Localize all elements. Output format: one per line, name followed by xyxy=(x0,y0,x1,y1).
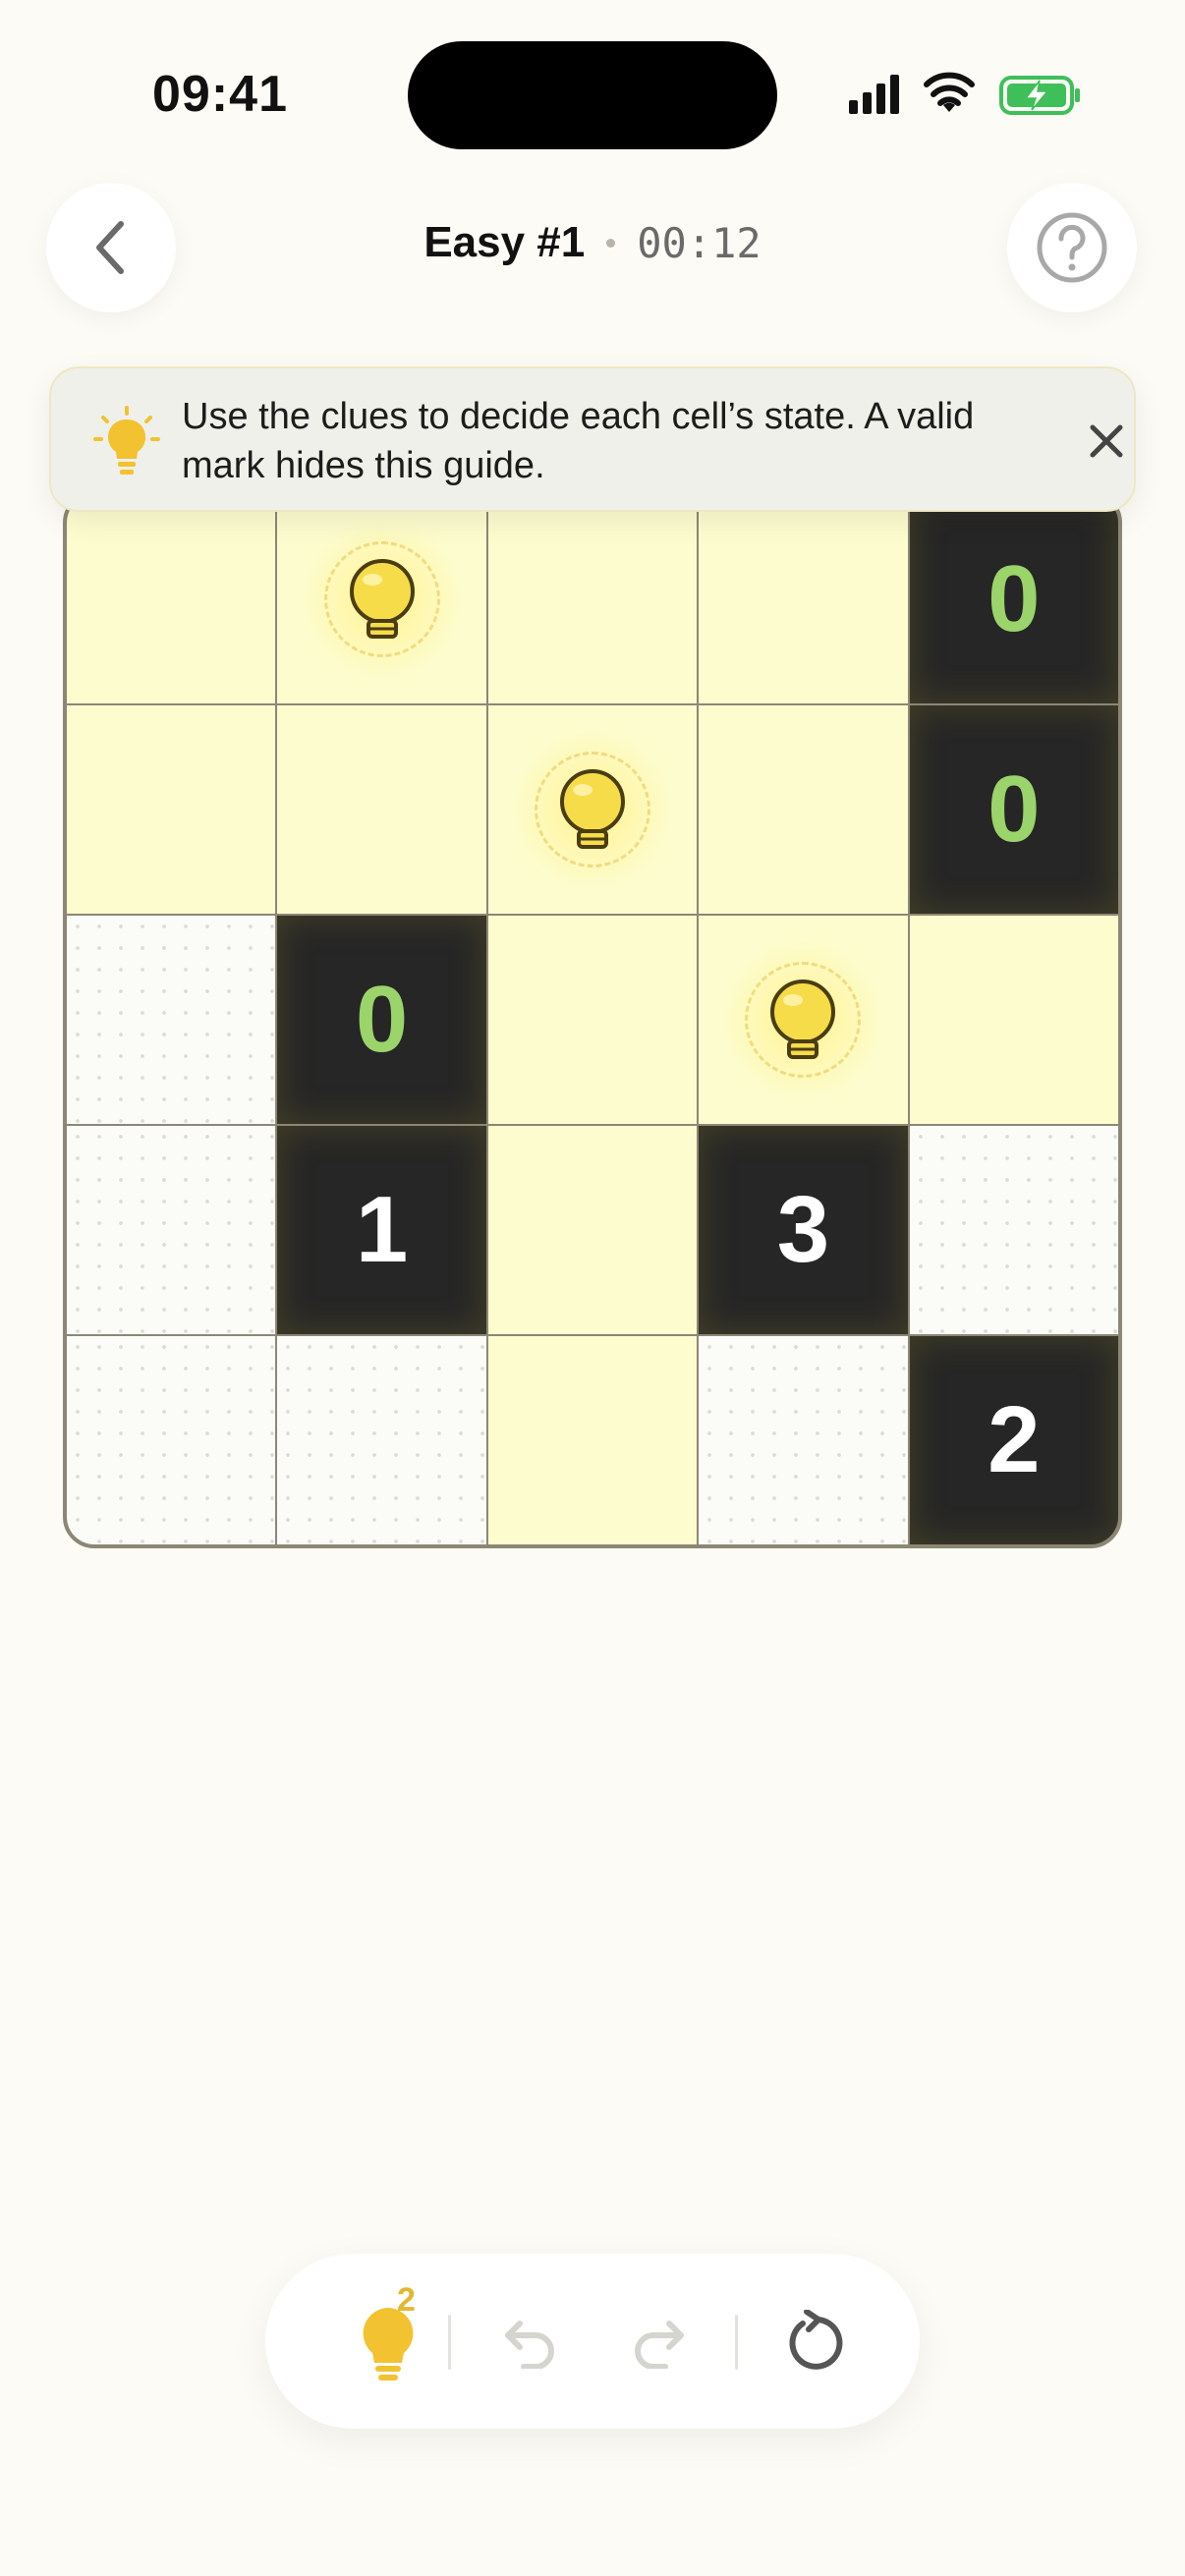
puzzle-grid: 0 0 0 1 3 2 xyxy=(67,495,1118,1544)
lit-cell[interactable] xyxy=(67,495,276,703)
cellular-signal-icon xyxy=(849,75,899,114)
redo-icon xyxy=(635,2321,684,2369)
title-separator-dot xyxy=(606,238,616,248)
status-icons xyxy=(849,72,1080,115)
wall-clue-number: 2 xyxy=(988,1387,1041,1492)
lit-cell[interactable] xyxy=(487,1336,698,1544)
bulb-cell[interactable] xyxy=(699,916,908,1124)
lit-cell[interactable] xyxy=(67,705,276,914)
close-icon[interactable] xyxy=(1087,421,1126,461)
puzzle-timer: 00:12 xyxy=(637,218,762,267)
lightbulb-icon xyxy=(349,559,415,639)
undo-icon xyxy=(505,2321,554,2369)
empty-cell[interactable] xyxy=(67,916,276,1124)
wall-clue-number: 3 xyxy=(776,1177,830,1282)
empty-cell[interactable] xyxy=(67,1336,276,1544)
lit-cell[interactable] xyxy=(699,705,908,914)
wall-clue-number: 0 xyxy=(988,546,1041,651)
empty-cell[interactable] xyxy=(67,1126,276,1334)
wall-cell: 0 xyxy=(909,705,1118,914)
toolbar-divider xyxy=(735,2315,738,2370)
wall-cell: 1 xyxy=(277,1126,486,1334)
reset-button[interactable] xyxy=(770,2297,859,2385)
hint-count-badge: 2 xyxy=(397,2281,416,2319)
status-time: 09:41 xyxy=(152,66,288,123)
help-icon xyxy=(1037,212,1107,283)
empty-cell[interactable] xyxy=(277,1336,486,1544)
puzzle-board: 0 0 0 1 3 2 xyxy=(63,491,1122,1548)
lightbulb-icon xyxy=(559,769,625,849)
help-button[interactable] xyxy=(1007,183,1137,312)
game-screen: 09:41 Easy #1 00:12 Use the clues to dec… xyxy=(0,0,1185,2576)
lit-cell[interactable] xyxy=(487,916,698,1124)
bulb-cell[interactable] xyxy=(487,705,698,914)
lightbulb-icon xyxy=(770,980,836,1059)
lit-cell[interactable] xyxy=(487,495,698,703)
wall-cell: 3 xyxy=(699,1126,908,1334)
lit-cell[interactable] xyxy=(277,705,486,914)
empty-cell[interactable] xyxy=(909,1126,1118,1334)
guide-banner: Use the clues to decide each cell’s stat… xyxy=(49,366,1136,512)
wall-cell: 2 xyxy=(909,1336,1118,1544)
wifi-icon xyxy=(924,72,975,112)
lit-cell[interactable] xyxy=(909,916,1118,1124)
hint-button[interactable] xyxy=(334,2289,442,2397)
dynamic-island xyxy=(408,41,777,149)
wall-clue-number: 1 xyxy=(355,1177,409,1282)
wall-cell: 0 xyxy=(277,916,486,1124)
reset-icon xyxy=(789,2310,843,2370)
empty-cell[interactable] xyxy=(699,1336,908,1544)
wall-cell: 0 xyxy=(909,495,1118,703)
lit-cell[interactable] xyxy=(699,495,908,703)
bottom-toolbar: 2 xyxy=(265,2254,920,2429)
wall-clue-number: 0 xyxy=(988,756,1041,862)
lightbulb-icon xyxy=(93,406,160,475)
wall-clue-number: 0 xyxy=(355,967,409,1072)
bulb-cell[interactable] xyxy=(277,495,486,703)
toolbar-divider xyxy=(448,2315,451,2370)
undo-button[interactable] xyxy=(485,2297,574,2385)
guide-text: Use the clues to decide each cell’s stat… xyxy=(182,396,975,486)
redo-button[interactable] xyxy=(615,2297,704,2385)
lit-cell[interactable] xyxy=(487,1126,698,1334)
puzzle-title: Easy #1 xyxy=(423,218,586,266)
battery-charging-icon xyxy=(999,76,1080,115)
